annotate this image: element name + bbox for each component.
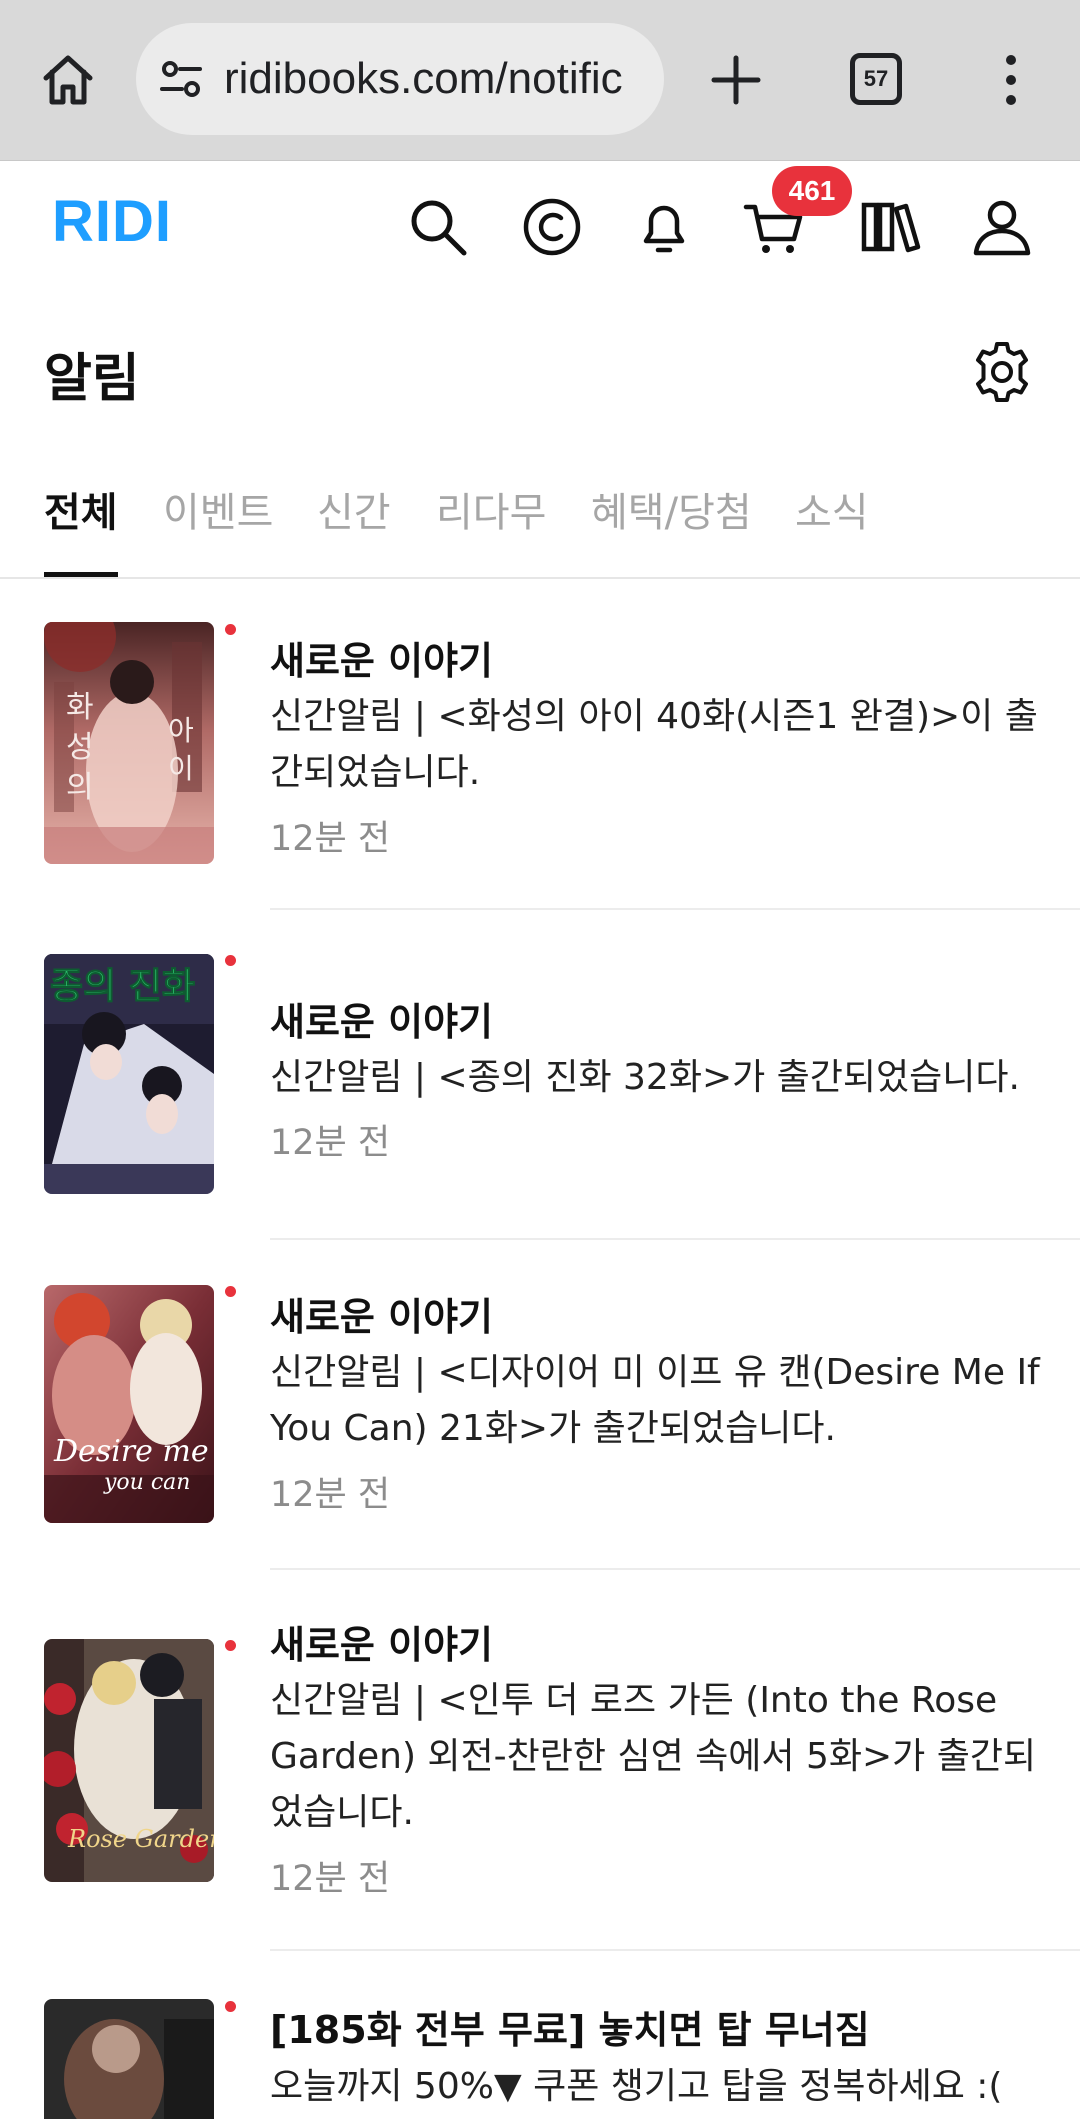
- book-cover: 종의 진화: [44, 954, 214, 1194]
- book-cover: 화 성 의 아 이: [44, 622, 214, 864]
- notification-title: [185화 전부 무료] 놓치면 탑 무너짐: [270, 2008, 870, 2052]
- tab-news[interactable]: 소식: [795, 480, 869, 538]
- tab-benefits[interactable]: 혜택/당첨: [591, 480, 752, 538]
- divider: [270, 908, 1080, 910]
- unread-dot: [225, 624, 236, 635]
- svg-text:Rose Garden: Rose Garden: [67, 1825, 214, 1853]
- user-profile-icon[interactable]: [970, 195, 1034, 259]
- page-title: 알림: [44, 349, 140, 409]
- notification-time: 12분 전: [270, 1123, 391, 1163]
- notification-title: 새로운 이야기: [270, 1295, 493, 1339]
- unread-dot: [225, 2001, 236, 2012]
- notification-time: 12분 전: [270, 1475, 391, 1515]
- home-icon[interactable]: [38, 50, 98, 110]
- notification-body: 신간알림 | <화성의 아이 40화(시즌1 완결)>이 출 간되었습니다.: [270, 696, 1038, 793]
- unread-dot: [225, 955, 236, 966]
- site-settings-icon[interactable]: [156, 54, 206, 104]
- address-bar[interactable]: ridibooks.com/notific: [136, 23, 664, 135]
- divider: [270, 1568, 1080, 1570]
- notification-body: 신간알림 | <종의 진화 32화>가 출간되었습니다.: [270, 1057, 1020, 1098]
- tab-switcher-button[interactable]: 57: [850, 53, 902, 105]
- unread-dot: [225, 1286, 236, 1297]
- tab-count: 57: [863, 66, 889, 91]
- tab-all[interactable]: 전체: [44, 480, 118, 538]
- notification-time: 12분 전: [270, 1859, 391, 1899]
- notification-title: 새로운 이야기: [270, 1623, 493, 1667]
- tab-ridamu[interactable]: 리다무: [436, 480, 546, 538]
- svg-text:you can: you can: [103, 1470, 190, 1495]
- unread-dot: [225, 1640, 236, 1651]
- book-cover: [44, 1999, 214, 2119]
- notification-title: 새로운 이야기: [270, 1000, 493, 1044]
- notification-body: 신간알림 | <디자이어 미 이프 유 캔(Desire Me If You C…: [270, 1352, 1040, 1449]
- svg-text:아: 아: [168, 714, 194, 747]
- svg-text:성: 성: [66, 730, 94, 765]
- bell-icon[interactable]: [632, 195, 696, 259]
- notification-body: 신간알림 | <인투 더 로즈 가든 (Into the Rose Garden…: [270, 1680, 1037, 1833]
- cash-coin-icon[interactable]: [520, 195, 584, 259]
- book-cover: Desire me you can: [44, 1285, 214, 1523]
- divider: [270, 1238, 1080, 1240]
- browser-toolbar: ridibooks.com/notific 57: [0, 0, 1080, 161]
- search-icon[interactable]: [406, 195, 470, 259]
- active-tab-indicator: [44, 572, 118, 577]
- gear-icon[interactable]: [970, 340, 1034, 404]
- library-books-icon[interactable]: [858, 195, 922, 259]
- book-cover: Rose Garden: [44, 1639, 214, 1882]
- cart-count-badge: 461: [772, 166, 852, 216]
- svg-text:화: 화: [66, 690, 94, 725]
- divider: [270, 1949, 1080, 1951]
- notification-body: 오늘까지 50%▼ 쿠폰 챙기고 탑을 정복하세요 :(: [270, 2066, 1003, 2107]
- svg-text:의: 의: [66, 770, 94, 805]
- svg-text:종의 진화: 종의 진화: [50, 966, 195, 1007]
- more-vert-icon[interactable]: [996, 50, 1026, 110]
- tab-new-release[interactable]: 신간: [317, 480, 391, 538]
- ridi-logo[interactable]: RIDI: [52, 188, 172, 255]
- notification-time: 12분 전: [270, 819, 391, 859]
- tab-event[interactable]: 이벤트: [163, 480, 273, 538]
- svg-text:Desire me: Desire me: [53, 1434, 209, 1469]
- plus-icon[interactable]: [706, 50, 766, 110]
- url-text: ridibooks.com/notific: [224, 54, 623, 103]
- svg-text:이: 이: [168, 752, 194, 785]
- category-tabs: 전체 이벤트 신간 리다무 혜택/당첨 소식: [0, 470, 1080, 579]
- notification-title: 새로운 이야기: [270, 639, 493, 683]
